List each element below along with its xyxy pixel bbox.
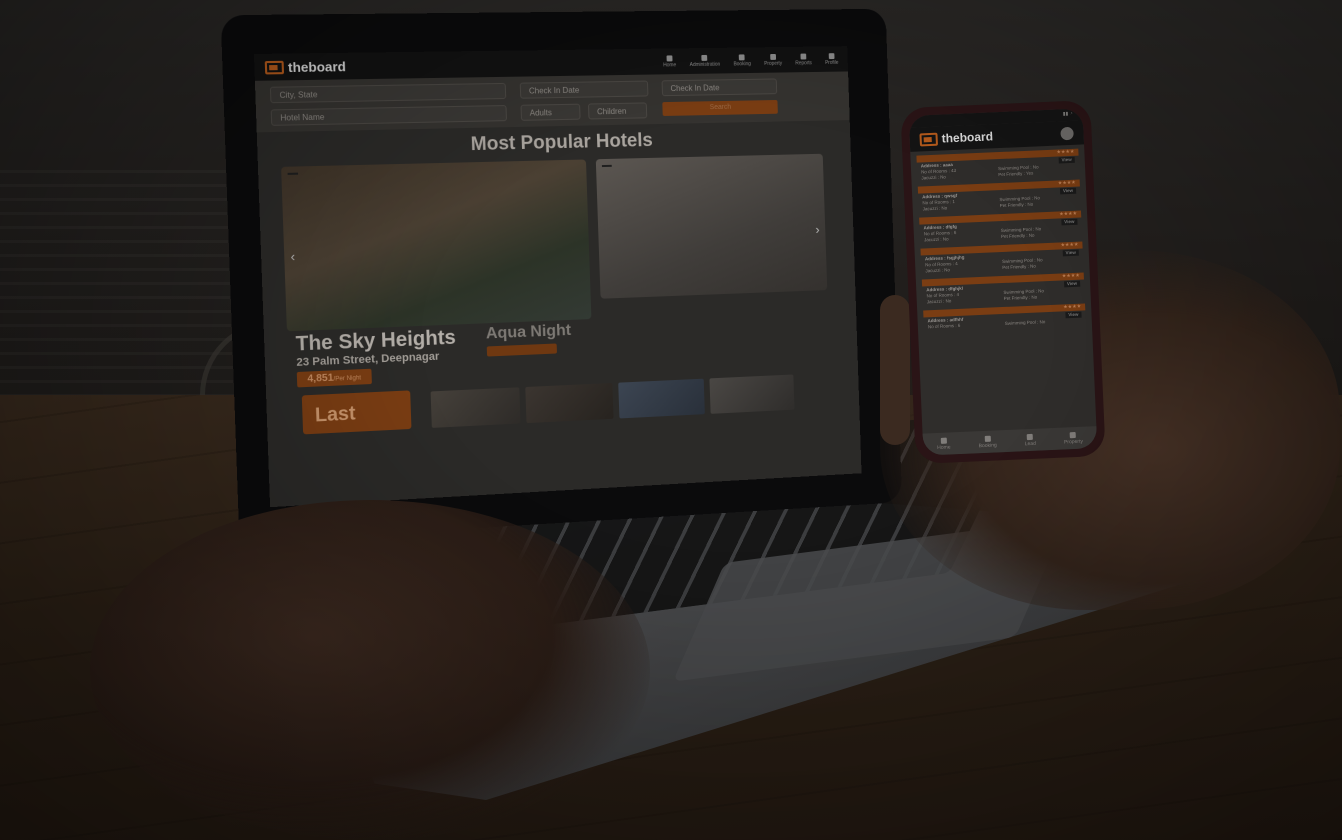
nav-administration[interactable]: Administration (689, 54, 721, 68)
checkin-input[interactable]: Check In Date (519, 80, 649, 99)
adults-input[interactable]: Adults (520, 103, 581, 121)
hotel-badge (601, 164, 612, 168)
tab-label: Property (1063, 438, 1084, 445)
tab-label: Home (937, 443, 951, 451)
star-rating-icon: ★★★★ (1056, 148, 1075, 156)
hotel-thumbnail[interactable] (430, 387, 521, 428)
avatar[interactable] (1060, 126, 1074, 140)
nav-profile[interactable]: Profile (824, 52, 839, 66)
star-rating-icon: ★★★★ (1063, 303, 1082, 311)
star-rating-icon: ★★★★ (1057, 179, 1076, 187)
star-rating-icon: ★★★★ (1061, 272, 1080, 280)
tab-booking[interactable]: Booking (978, 435, 997, 449)
property-card[interactable]: ★★★★ Address : dfghjkl View No of Rooms : 4… (921, 272, 1085, 306)
property-list: ★★★★ Address : aaaa View No of Rooms : 43 Sw… (910, 144, 1092, 339)
property-card[interactable]: ★★★★ Address : adfhhf View No of Rooms : 6S… (923, 303, 1086, 331)
right-thumb (880, 295, 910, 445)
logo-icon (919, 132, 938, 146)
secondary-price-badge[interactable] (486, 343, 557, 357)
home-icon (940, 437, 947, 444)
city-input[interactable]: City, State (269, 82, 507, 104)
nav-home[interactable]: Home (663, 54, 677, 68)
nav-label: Reports (795, 59, 813, 66)
brand-logo[interactable]: theboard (264, 58, 347, 75)
tab-label: Lead (1024, 440, 1037, 447)
status-icons: ▮▮ ◔ (1062, 110, 1073, 118)
hotel-thumbnail[interactable] (618, 378, 705, 419)
last-card[interactable]: Last (301, 390, 412, 435)
left-hand (90, 500, 650, 840)
star-rating-icon: ★★★★ (1059, 210, 1078, 218)
checkout-input[interactable]: Check In Date (661, 78, 778, 97)
report-icon (800, 53, 807, 60)
hotel-badge (287, 172, 299, 175)
smartphone: ▮▮ ◔ theboard ★★★★ Address : aaaa View No o… (900, 100, 1106, 464)
photo-scene: theboard Home Administration Booking Pro… (0, 0, 1342, 840)
search-button[interactable]: Search (662, 99, 778, 116)
nav-label: Administration (689, 61, 721, 68)
home-icon (666, 54, 673, 61)
nav-label: Booking (733, 60, 751, 67)
featured-hotel-image[interactable]: ‹ (281, 159, 592, 332)
tab-label: Booking (978, 441, 997, 449)
price-badge[interactable]: 4,851/Per Night (296, 368, 372, 388)
property-card[interactable]: ★★★★ Address : qwsgf View No of Rooms : 1 Sw… (917, 179, 1081, 214)
hotel-thumbnail[interactable] (709, 374, 795, 414)
property-card[interactable]: ★★★★ Address : aaaa View No of Rooms : 43 Sw… (916, 148, 1079, 183)
hotel-thumbnail[interactable] (525, 382, 614, 424)
guest-fields: Adults Children (520, 102, 649, 121)
chevron-right-icon[interactable]: › (815, 222, 820, 237)
phone-screen: ▮▮ ◔ theboard ★★★★ Address : aaaa View No o… (908, 108, 1098, 456)
laptop-screen: theboard Home Administration Booking Pro… (253, 46, 862, 508)
building-icon (770, 53, 776, 60)
hotel-carousel: ‹ › (258, 147, 856, 332)
secondary-hotel-name: Aqua Night (485, 321, 572, 343)
brand-name: theboard (287, 58, 347, 75)
tag-icon (984, 435, 991, 442)
nav-booking[interactable]: Booking (733, 53, 751, 67)
building-icon (1070, 431, 1077, 438)
star-rating-icon: ★★★★ (1060, 241, 1079, 249)
nav-reports[interactable]: Reports (795, 53, 812, 66)
users-icon (1026, 433, 1034, 440)
hotel-name-input[interactable]: Hotel Name (270, 105, 508, 126)
property-card[interactable]: ★★★★ Address : dfgfg View No of Rooms : 6 Sw… (919, 210, 1082, 245)
phone-tabbar: Home Booking Lead Property (922, 426, 1098, 456)
chevron-left-icon[interactable]: ‹ (290, 249, 295, 265)
phone-brand-name: theboard (941, 129, 994, 146)
price-value: 4,851 (307, 372, 334, 385)
nav-label: Property (764, 60, 783, 67)
price-unit: /Per Night (333, 375, 362, 383)
secondary-hotel-image[interactable]: › (595, 153, 828, 299)
nav-label: Home (663, 61, 677, 68)
top-nav: Home Administration Booking Property Rep… (663, 52, 839, 68)
briefcase-icon (701, 54, 708, 61)
featured-hotel-info: The Sky Heights 23 Palm Street, Deepnaga… (295, 327, 457, 388)
hotel-thumbnails (430, 374, 795, 428)
children-input[interactable]: Children (587, 102, 648, 120)
logo-icon (264, 60, 285, 74)
search-panel: City, State Check In Date Check In Date … (254, 71, 850, 133)
tab-lead[interactable]: Lead (1024, 433, 1037, 447)
secondary-hotel-info: Aqua Night (486, 322, 573, 379)
property-card[interactable]: ★★★★ Address : fsgjhjhg View No of Rooms : … (920, 241, 1083, 276)
nav-label: Profile (824, 59, 839, 66)
tab-property[interactable]: Property (1064, 431, 1083, 445)
tab-home[interactable]: Home (937, 437, 951, 451)
user-icon (828, 52, 835, 59)
tag-icon (739, 53, 745, 60)
nav-property[interactable]: Property (764, 53, 782, 66)
